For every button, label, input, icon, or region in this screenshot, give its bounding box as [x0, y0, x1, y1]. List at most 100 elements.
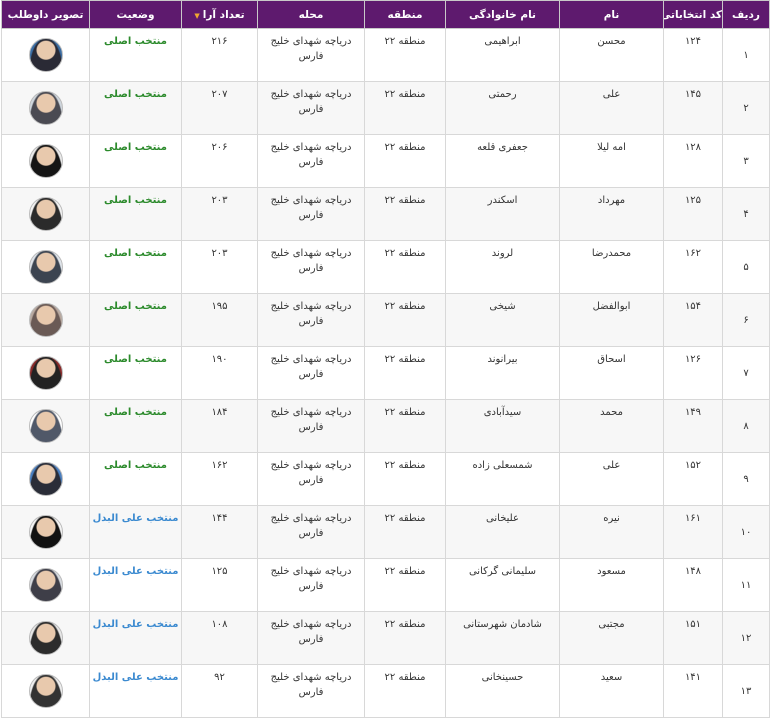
row-number-cell: ۹	[722, 452, 770, 506]
election-code-cell: ۱۶۲	[663, 240, 723, 294]
region-cell: منطقه ۲۲	[364, 611, 446, 665]
candidate-avatar[interactable]	[28, 144, 63, 178]
first-name-cell: علی	[559, 81, 664, 135]
candidate-avatar[interactable]	[28, 197, 63, 231]
header-first-name[interactable]: نام	[559, 0, 664, 29]
candidate-avatar[interactable]	[28, 462, 63, 496]
area-cell: دریاچه شهدای خلیج فارس	[257, 346, 365, 400]
table-row: ۶ ۱۵۴ ابوالفضل شیخی منطقه ۲۲ دریاچه شهدای خلی…	[1, 293, 770, 347]
last-name-cell: لروند	[445, 240, 560, 294]
area-cell: دریاچه شهدای خلیج فارس	[257, 452, 365, 506]
election-code-cell: ۱۵۴	[663, 293, 723, 347]
header-area[interactable]: محله	[257, 0, 365, 29]
election-code-cell: ۱۴۹	[663, 399, 723, 453]
row-number-cell: ۱۳	[722, 664, 770, 718]
header-votes-label: تعداد آرا	[202, 8, 245, 21]
header-election-code[interactable]: کد انتخاباتی	[663, 0, 723, 29]
first-name-cell: مجتبی	[559, 611, 664, 665]
area-cell: دریاچه شهدای خلیج فارس	[257, 187, 365, 241]
region-cell: منطقه ۲۲	[364, 293, 446, 347]
candidate-avatar[interactable]	[28, 356, 63, 390]
row-number-cell: ۸	[722, 399, 770, 453]
first-name-cell: نیره	[559, 505, 664, 559]
candidate-photo-cell	[1, 399, 90, 453]
candidate-avatar[interactable]	[28, 303, 63, 337]
region-cell: منطقه ۲۲	[364, 134, 446, 188]
candidate-photo-cell	[1, 293, 90, 347]
candidate-avatar[interactable]	[28, 674, 63, 708]
votes-cell: ۱۲۵	[181, 558, 258, 612]
last-name-cell: بیرانوند	[445, 346, 560, 400]
candidate-photo-cell	[1, 611, 90, 665]
row-number-cell: ۳	[722, 134, 770, 188]
row-number-cell: ۲	[722, 81, 770, 135]
status-cell: منتخب اصلی	[89, 346, 182, 400]
header-votes[interactable]: تعداد آرا▼	[181, 0, 258, 29]
table-header-row: ردیف کد انتخاباتی نام نام خانوادگی منطقه…	[1, 0, 770, 29]
row-number-cell: ۶	[722, 293, 770, 347]
row-number-cell: ۴	[722, 187, 770, 241]
first-name-cell: محسن	[559, 28, 664, 82]
election-code-cell: ۱۲۴	[663, 28, 723, 82]
status-cell: منتخب علی البدل	[89, 558, 182, 612]
region-cell: منطقه ۲۲	[364, 399, 446, 453]
sort-desc-icon[interactable]: ▼	[194, 12, 199, 20]
region-cell: منطقه ۲۲	[364, 558, 446, 612]
votes-cell: ۲۱۶	[181, 28, 258, 82]
candidate-photo-cell	[1, 452, 90, 506]
table-row: ۱۱ ۱۴۸ مسعود سلیمانی گرکانی منطقه ۲۲ دریاچه ش…	[1, 558, 770, 612]
table-row: ۷ ۱۲۶ اسحاق بیرانوند منطقه ۲۲ دریاچه شهدای خل…	[1, 346, 770, 400]
header-status[interactable]: وضعیت	[89, 0, 182, 29]
table-row: ۳ ۱۲۸ امه لیلا جعفری قلعه منطقه ۲۲ دریاچه شهد…	[1, 134, 770, 188]
votes-cell: ۱۶۲	[181, 452, 258, 506]
header-last-name[interactable]: نام خانوادگی	[445, 0, 560, 29]
last-name-cell: اسکندر	[445, 187, 560, 241]
votes-cell: ۱۸۴	[181, 399, 258, 453]
candidate-photo-cell	[1, 664, 90, 718]
area-cell: دریاچه شهدای خلیج فارس	[257, 240, 365, 294]
table-row: ۵ ۱۶۲ محمدرضا لروند منطقه ۲۲ دریاچه شهدای خلی…	[1, 240, 770, 294]
election-code-cell: ۱۲۶	[663, 346, 723, 400]
candidate-avatar[interactable]	[28, 91, 63, 125]
votes-cell: ۲۰۶	[181, 134, 258, 188]
last-name-cell: ابراهیمی	[445, 28, 560, 82]
last-name-cell: شادمان شهرستانی	[445, 611, 560, 665]
region-cell: منطقه ۲۲	[364, 452, 446, 506]
first-name-cell: اسحاق	[559, 346, 664, 400]
area-cell: دریاچه شهدای خلیج فارس	[257, 558, 365, 612]
candidate-photo-cell	[1, 346, 90, 400]
header-row-number[interactable]: ردیف	[722, 0, 770, 29]
status-cell: منتخب اصلی	[89, 293, 182, 347]
row-number-cell: ۱۱	[722, 558, 770, 612]
table-row: ۴ ۱۲۵ مهرداد اسکندر منطقه ۲۲ دریاچه شهدای خلی…	[1, 187, 770, 241]
row-number-cell: ۵	[722, 240, 770, 294]
candidate-avatar[interactable]	[28, 621, 63, 655]
table-row: ۱ ۱۲۴ محسن ابراهیمی منطقه ۲۲ دریاچه شهدای خلی…	[1, 28, 770, 82]
first-name-cell: مهرداد	[559, 187, 664, 241]
row-number-cell: ۷	[722, 346, 770, 400]
votes-cell: ۱۹۰	[181, 346, 258, 400]
header-region[interactable]: منطقه	[364, 0, 446, 29]
table-row: ۱۲ ۱۵۱ مجتبی شادمان شهرستانی منطقه ۲۲ دریاچه …	[1, 611, 770, 665]
table-body: ۱ ۱۲۴ محسن ابراهیمی منطقه ۲۲ دریاچه شهدای خلی…	[1, 28, 770, 718]
votes-cell: ۹۲	[181, 664, 258, 718]
row-number-cell: ۱۲	[722, 611, 770, 665]
candidate-avatar[interactable]	[28, 409, 63, 443]
status-cell: منتخب اصلی	[89, 187, 182, 241]
region-cell: منطقه ۲۲	[364, 187, 446, 241]
status-cell: منتخب اصلی	[89, 452, 182, 506]
table-row: ۸ ۱۴۹ محمد سیدآبادی منطقه ۲۲ دریاچه شهدای خلی…	[1, 399, 770, 453]
candidate-avatar[interactable]	[28, 38, 63, 72]
candidate-avatar[interactable]	[28, 515, 63, 549]
region-cell: منطقه ۲۲	[364, 81, 446, 135]
votes-cell: ۲۰۳	[181, 187, 258, 241]
row-number-cell: ۱۰	[722, 505, 770, 559]
candidate-avatar[interactable]	[28, 250, 63, 284]
header-photo[interactable]: تصویر داوطلب	[1, 0, 90, 29]
status-cell: منتخب علی البدل	[89, 505, 182, 559]
area-cell: دریاچه شهدای خلیج فارس	[257, 664, 365, 718]
candidate-avatar[interactable]	[28, 568, 63, 602]
election-code-cell: ۱۴۵	[663, 81, 723, 135]
status-cell: منتخب اصلی	[89, 399, 182, 453]
first-name-cell: مسعود	[559, 558, 664, 612]
